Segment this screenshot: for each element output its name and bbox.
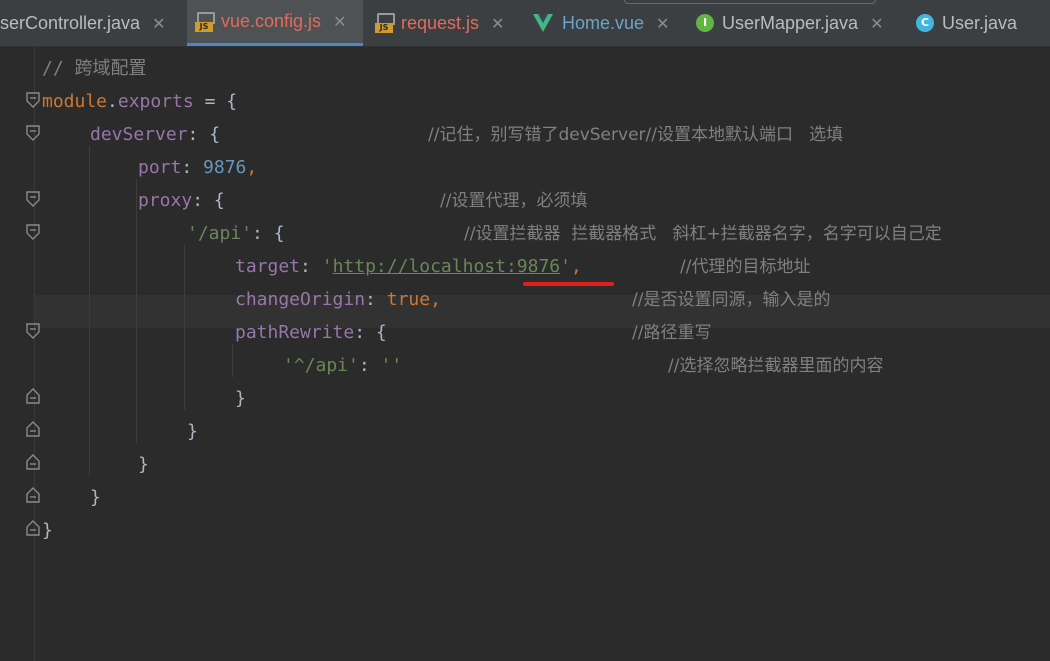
vue-icon — [532, 13, 554, 33]
tab-vue-config-js[interactable]: JS vue.config.js ✕ — [187, 0, 363, 46]
tab-label: UserMapper.java — [722, 12, 859, 33]
code-line-9: pathRewrite: { — [235, 322, 387, 343]
tab-user-mapper-java[interactable]: I UserMapper.java ✕ — [688, 0, 902, 46]
fold-open-icon[interactable] — [26, 191, 40, 211]
code-line-2: module.exports = { — [42, 91, 238, 112]
tab-label: request.js — [401, 12, 480, 33]
fold-close-icon[interactable] — [26, 421, 40, 441]
code-comment-8: //是否设置同源，输入是的 — [632, 290, 831, 310]
editor-gutter — [0, 47, 40, 661]
annotation-underline — [523, 282, 614, 286]
code-line-4: port: 9876, — [138, 157, 258, 178]
code-line-12: } — [187, 421, 198, 442]
close-icon[interactable]: ✕ — [333, 12, 346, 31]
code-line-1: // 跨域配置 — [42, 58, 147, 79]
code-comment-9: //路径重写 — [632, 323, 712, 343]
tab-request-js[interactable]: JS request.js ✕ — [365, 0, 520, 46]
indent-guide — [232, 344, 233, 377]
fold-close-icon[interactable] — [26, 487, 40, 507]
code-line-13: } — [138, 454, 149, 475]
code-line-8: changeOrigin: true, — [235, 289, 441, 310]
indent-guide — [184, 245, 185, 410]
tab-label: User.java — [942, 12, 1018, 33]
close-icon[interactable]: ✕ — [152, 14, 165, 33]
current-line-highlight — [35, 295, 1050, 328]
fold-close-icon[interactable] — [26, 388, 40, 408]
code-line-15: } — [42, 520, 53, 541]
fold-open-icon[interactable] — [26, 323, 40, 343]
close-icon[interactable]: ✕ — [491, 14, 504, 33]
code-line-10: '^/api': '' — [283, 355, 403, 376]
fold-open-icon[interactable] — [26, 92, 40, 112]
url-link[interactable]: http://localhost:9876 — [333, 256, 561, 277]
indent-guide — [89, 146, 90, 476]
fold-close-icon[interactable] — [26, 454, 40, 474]
code-comment-5: //设置代理，必须填 — [440, 191, 588, 211]
code-line-3: devServer: { — [90, 124, 221, 145]
code-line-6: '/api': { — [187, 223, 285, 244]
fold-open-icon[interactable] — [26, 224, 40, 244]
fold-close-icon[interactable] — [26, 520, 40, 540]
editor-tab-bar: serController.java ✕ JS vue.config.js ✕ … — [0, 0, 1050, 47]
class-icon: C — [916, 14, 934, 32]
popup-edge — [624, 0, 876, 4]
code-editor[interactable]: // 跨域配置 module.exports = { devServer: { … — [0, 47, 1050, 661]
code-comment-10: //选择忽略拦截器里面的内容 — [668, 356, 884, 376]
interface-icon: I — [696, 14, 714, 32]
code-comment-7: //代理的目标地址 — [680, 257, 811, 277]
tab-user-java[interactable]: C User.java — [904, 0, 1050, 46]
tab-home-vue[interactable]: Home.vue ✕ — [522, 0, 687, 46]
tab-label: vue.config.js — [221, 11, 322, 31]
tab-user-controller-java[interactable]: serController.java ✕ — [0, 0, 186, 46]
indent-guide — [136, 179, 137, 443]
code-line-5: proxy: { — [138, 190, 225, 211]
code-comment-3: //记住，别写错了devServer//设置本地默认端口 选填 — [428, 125, 844, 145]
fold-open-icon[interactable] — [26, 125, 40, 145]
code-line-14: } — [90, 487, 101, 508]
code-comment-6: //设置拦截器 拦截器格式 斜杠+拦截器名字，名字可以自己定 — [464, 224, 942, 244]
close-icon[interactable]: ✕ — [656, 14, 669, 33]
tab-label: Home.vue — [562, 12, 645, 33]
code-line-7: target: 'http://localhost:9876', — [235, 256, 582, 277]
js-file-icon: JS — [195, 11, 215, 32]
js-file-icon: JS — [375, 13, 395, 33]
tab-label: serController.java — [0, 12, 141, 33]
close-icon[interactable]: ✕ — [870, 14, 883, 33]
code-line-11: } — [235, 388, 246, 409]
